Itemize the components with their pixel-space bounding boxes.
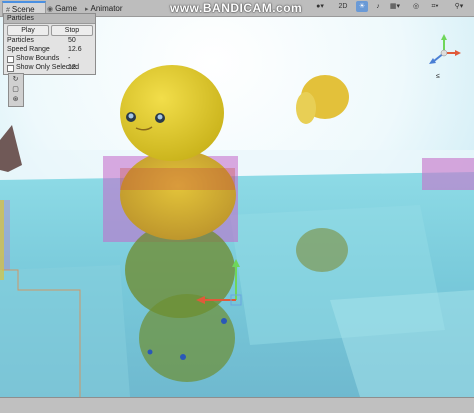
lighting-toggle-icon[interactable]: ☀ [356, 1, 368, 12]
speed-range-row: Speed Range 12.6 - 12. [7, 45, 82, 71]
particles-panel: Particles Play Stop Particles 50 Speed R… [3, 13, 96, 75]
bottom-status-bar [0, 397, 474, 413]
bandicam-watermark: www.BANDICAM.com [170, 1, 303, 15]
show-only-selected-checkbox[interactable] [7, 65, 14, 72]
particles-count-label: Particles [7, 37, 34, 44]
speed-range-label: Speed Range [7, 46, 50, 53]
shading-mode-icon[interactable]: ●▾ [312, 1, 328, 12]
gizmos-icon[interactable]: ⌗▾ [428, 1, 442, 12]
search-all-icon[interactable]: ⚲▾ [448, 1, 470, 12]
effects-toggle-icon[interactable]: ▦▾ [388, 1, 402, 12]
show-bounds-checkbox[interactable] [7, 56, 14, 63]
hidden-objects-icon[interactable]: ◎ [410, 1, 422, 12]
show-only-selected-toggle[interactable]: Show Only Selected [7, 63, 79, 72]
rotate-tool-icon[interactable]: ↻ [11, 75, 20, 84]
particles-count-row: Particles 50 [7, 36, 76, 45]
tool-palette: ↻ ▢ ⊛ [8, 73, 24, 107]
stop-button[interactable]: Stop [51, 25, 93, 36]
rect-tool-icon[interactable]: ▢ [11, 85, 20, 94]
play-button[interactable]: Play [7, 25, 49, 36]
particles-count-value: 50 [68, 37, 76, 44]
show-bounds-toggle[interactable]: Show Bounds [7, 54, 59, 63]
orientation-gizmo[interactable] [425, 33, 463, 73]
persp-label-icon: ≤ [436, 73, 440, 80]
toggle-2d-button[interactable]: 2D [335, 1, 351, 12]
audio-toggle-icon[interactable]: ♪ [372, 1, 384, 12]
transform-tool-icon[interactable]: ⊛ [11, 95, 20, 104]
particles-title: Particles [4, 14, 95, 24]
